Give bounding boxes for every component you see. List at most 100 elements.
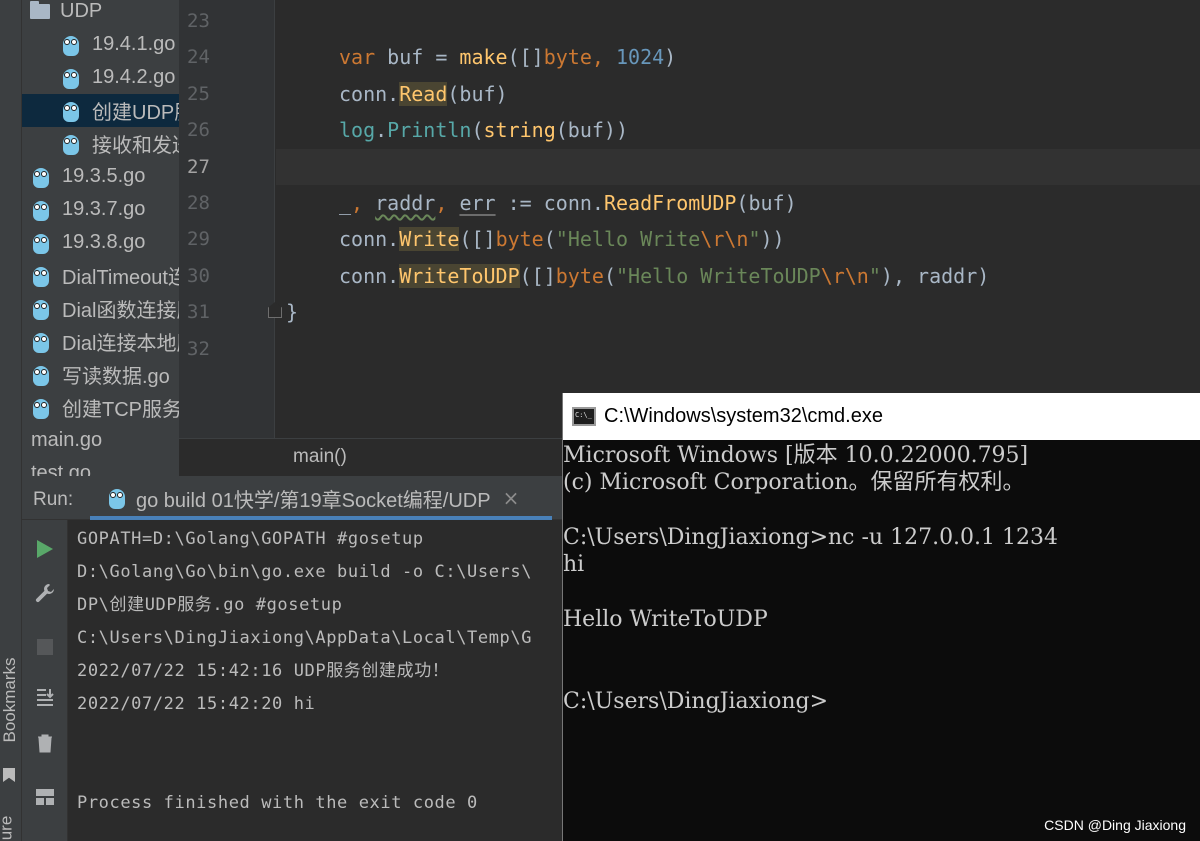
code-token: make bbox=[459, 45, 508, 70]
code-line[interactable]: _, raddr, err := conn.ReadFromUDP(buf) bbox=[339, 185, 797, 221]
run-label: Run: bbox=[33, 489, 74, 510]
code-line[interactable]: var buf = make([]byte, 1024) bbox=[339, 39, 676, 75]
run-config-tab[interactable]: go build 01快学/第19章Socket编程/UDP × bbox=[90, 476, 552, 520]
cmd-line: C:\Users\DingJiaxiong> bbox=[563, 688, 828, 714]
tree-item[interactable]: Dial连接本地服务.go bbox=[22, 325, 179, 358]
tree-item[interactable]: 19.3.8.go bbox=[22, 226, 179, 259]
code-token: ([] bbox=[459, 227, 496, 252]
code-token: " bbox=[748, 227, 761, 252]
tree-item[interactable]: Dial函数连接服务.go bbox=[22, 292, 179, 325]
console-line: DP\创建UDP服务.go #gosetup bbox=[77, 595, 343, 615]
tree-item[interactable]: 写读数据.go bbox=[22, 358, 179, 391]
tree-item[interactable]: main.go bbox=[22, 424, 179, 457]
gopher-icon bbox=[32, 232, 50, 254]
gopher-icon bbox=[32, 397, 50, 419]
line-number: 23 bbox=[187, 10, 210, 32]
layout-button[interactable] bbox=[34, 786, 56, 808]
console-output[interactable]: GOPATH=D:\Golang\GOPATH #gosetup D:\Golan… bbox=[68, 520, 562, 841]
code-token: conn. bbox=[339, 227, 400, 252]
layout-icon bbox=[36, 789, 54, 805]
code-token: ( bbox=[543, 227, 556, 252]
tree-item[interactable]: 19.4.2.go bbox=[22, 61, 179, 94]
gopher-icon bbox=[32, 265, 50, 287]
code-token: string bbox=[483, 118, 556, 143]
code-token: Read bbox=[399, 81, 448, 106]
tree-item[interactable]: 创建UDP服务.go bbox=[22, 94, 179, 127]
code-token: byte bbox=[555, 263, 604, 288]
gopher-icon bbox=[62, 100, 80, 122]
console-line: Process finished with the exit code 0 bbox=[77, 793, 478, 813]
tree-item-label: 19.3.8.go bbox=[62, 231, 146, 253]
cmd-window[interactable]: C:\Windows\system32\cmd.exe Microsoft Wi… bbox=[562, 393, 1200, 841]
cmd-line: (c) Microsoft Corporation。保留所有权利。 bbox=[563, 470, 1025, 496]
code-line[interactable]: conn.WriteToUDP([]byte("Hello WriteToUDP… bbox=[339, 258, 989, 294]
code-token: , bbox=[435, 191, 460, 215]
code-token: conn. bbox=[339, 263, 400, 288]
left-tool-strip: Bookmarks ure bbox=[0, 0, 22, 841]
tree-item[interactable]: 接收和发送数据.go bbox=[22, 127, 179, 160]
clear-button[interactable] bbox=[34, 732, 56, 754]
tree-item-label: 创建TCP服务.go bbox=[62, 399, 179, 421]
line-number: 26 bbox=[187, 119, 210, 142]
tree-item-label: 19.4.1.go bbox=[92, 33, 176, 55]
code-token: (buf) bbox=[447, 81, 508, 106]
tree-item[interactable]: 19.4.1.go bbox=[22, 28, 179, 61]
code-token: byte bbox=[543, 45, 592, 70]
breadcrumb: main() bbox=[179, 438, 562, 476]
tree-item-label: 19.4.2.go bbox=[92, 66, 176, 88]
cmd-output[interactable]: Microsoft Windows [版本 10.0.22000.795] (c)… bbox=[563, 440, 1200, 841]
code-token: WriteToUDP bbox=[399, 263, 520, 288]
line-number: 30 bbox=[187, 264, 210, 287]
tree-item[interactable]: 19.3.5.go bbox=[22, 160, 179, 193]
code-token: , bbox=[351, 191, 376, 215]
code-line[interactable]: log.Println(string(buf)) bbox=[339, 112, 628, 148]
cmd-line: Microsoft Windows [版本 10.0.22000.795] bbox=[563, 443, 1029, 468]
tree-item-label: Dial连接本地服务.go bbox=[62, 333, 179, 355]
tree-item[interactable]: 创建TCP服务.go bbox=[22, 391, 179, 424]
code-editor[interactable]: var buf = make([]byte, 1024) conn.Read(bu… bbox=[276, 0, 1200, 438]
stop-button[interactable] bbox=[34, 636, 56, 658]
cmd-line: Hello WriteToUDP bbox=[563, 606, 768, 632]
bookmarks-tab[interactable]: Bookmarks bbox=[0, 652, 20, 748]
rerun-button[interactable] bbox=[34, 538, 56, 560]
code-token: Write bbox=[399, 227, 460, 252]
scroll-to-end-button[interactable] bbox=[34, 686, 56, 708]
tree-item[interactable]: test.go bbox=[22, 457, 179, 476]
code-token: var bbox=[339, 45, 388, 70]
line-number: 29 bbox=[187, 228, 210, 251]
cmd-icon bbox=[572, 407, 596, 426]
run-tab-label: go build 01快学/第19章Socket编程/UDP bbox=[136, 489, 491, 512]
code-token: )) bbox=[760, 227, 785, 252]
line-number: 32 bbox=[187, 337, 210, 360]
code-line[interactable]: } bbox=[286, 294, 298, 330]
code-token: ), bbox=[880, 263, 918, 288]
current-line-highlight bbox=[276, 149, 1200, 185]
code-token: ReadFromUDP bbox=[603, 191, 737, 215]
tree-item-label: main.go bbox=[31, 429, 103, 451]
gopher-icon bbox=[62, 34, 80, 56]
gopher-icon bbox=[62, 133, 80, 155]
code-token: " bbox=[868, 263, 881, 288]
trash-icon bbox=[38, 734, 52, 753]
close-icon[interactable]: × bbox=[503, 486, 520, 510]
project-tree: UDP 19.4.1.go 19.4.2.go 创建UDP服务.go 接收和发送数据.g… bbox=[22, 0, 179, 476]
tree-item-label: 接收和发送数据.go bbox=[92, 135, 179, 157]
code-line[interactable]: conn.Read(buf) bbox=[339, 76, 508, 112]
tree-item-label: 19.3.5.go bbox=[62, 165, 146, 187]
tree-item-label: test.go bbox=[31, 462, 92, 476]
structure-tab[interactable]: ure bbox=[0, 816, 16, 841]
line-number: 25 bbox=[187, 82, 210, 105]
tree-item[interactable]: 19.3.7.go bbox=[22, 193, 179, 226]
code-token: := conn. bbox=[495, 191, 604, 215]
settings-button[interactable] bbox=[34, 582, 56, 604]
folder-icon bbox=[30, 1, 50, 19]
tree-item[interactable]: DialTimeout连接.go bbox=[22, 259, 179, 292]
breadcrumb-item[interactable]: main() bbox=[293, 446, 347, 468]
code-token: ([] bbox=[507, 45, 544, 70]
code-token: conn. bbox=[339, 81, 400, 106]
code-line[interactable]: conn.Write([]byte("Hello Write\r\n")) bbox=[339, 221, 785, 257]
tree-item[interactable]: UDP bbox=[22, 0, 179, 28]
bookmark-icon[interactable] bbox=[3, 768, 15, 782]
code-token: _ bbox=[339, 191, 352, 215]
cmd-titlebar[interactable]: C:\Windows\system32\cmd.exe bbox=[563, 393, 1200, 440]
